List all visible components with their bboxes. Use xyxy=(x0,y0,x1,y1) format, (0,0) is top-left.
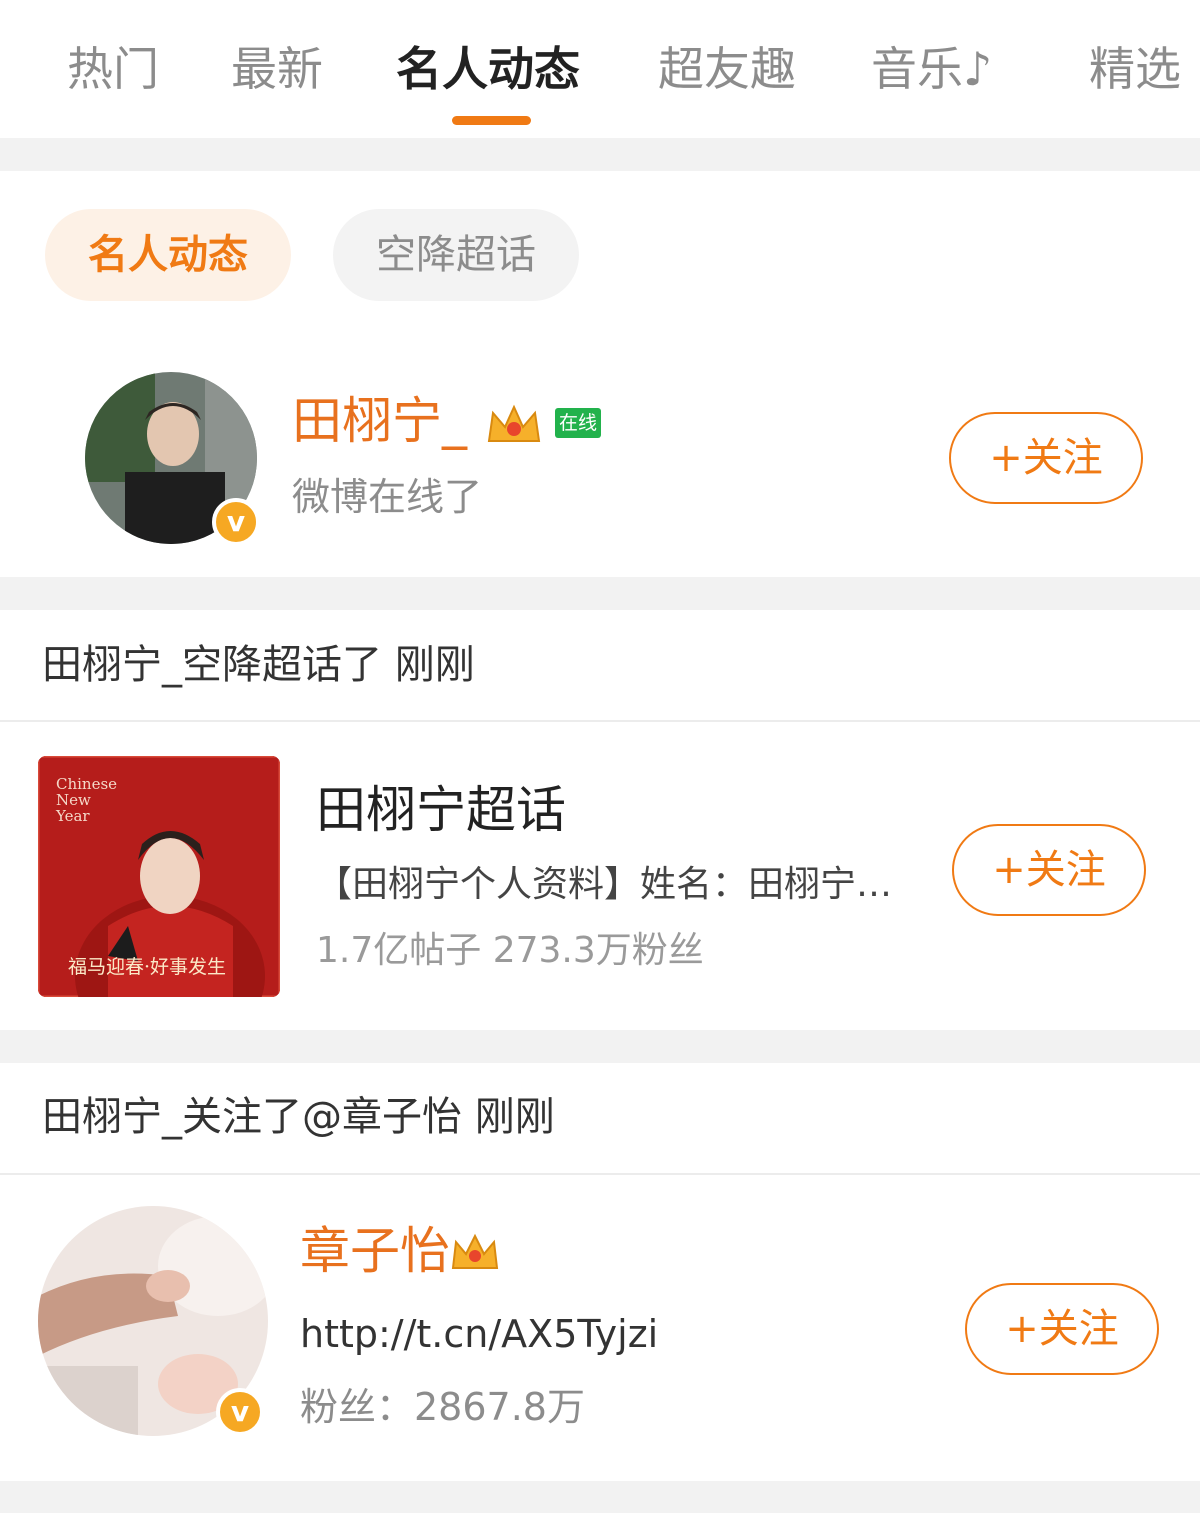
supertopic-cover[interactable]: Chinese New Year 福马迎春·好事发生 xyxy=(38,756,280,997)
tab-hot[interactable]: 热门 xyxy=(67,36,159,102)
tab-featured[interactable]: 精选 xyxy=(1089,36,1181,102)
filter-celebrity-updates[interactable]: 名人动态 xyxy=(45,209,291,301)
section-gap xyxy=(0,1481,1200,1513)
tab-super-fun[interactable]: 超友趣 xyxy=(658,36,796,102)
tab-celebrity-updates[interactable]: 名人动态 xyxy=(396,36,580,102)
divider xyxy=(0,720,1200,722)
crown-icon xyxy=(483,401,545,456)
supertopic-stats: 1.7亿帖子 273.3万粉丝 xyxy=(316,930,704,971)
cover-caption-bottom: 福马迎春·好事发生 xyxy=(68,956,227,978)
supertopic-title[interactable]: 田栩宁超话 xyxy=(316,780,566,840)
follow-button[interactable]: +关注 xyxy=(949,412,1143,504)
supertopic-description: 【田栩宁个人资料】姓名：田栩宁… xyxy=(316,864,893,905)
tab-music[interactable]: 音乐♪ xyxy=(871,36,992,102)
cover-caption-top: Chinese New Year xyxy=(56,775,118,825)
top-tab-bar: 热门 最新 名人动态 超友趣 音乐♪ 精选 xyxy=(0,0,1200,138)
fans-count: 粉丝：2867.8万 xyxy=(300,1385,585,1429)
online-badge: 在线 xyxy=(555,408,602,438)
divider xyxy=(0,1173,1200,1175)
activity-text: 田栩宁_空降超话了 刚刚 xyxy=(42,642,475,688)
tab-latest[interactable]: 最新 xyxy=(231,36,323,102)
filter-airdrop-supertopic[interactable]: 空降超话 xyxy=(333,209,579,301)
activity-text: 田栩宁_关注了@章子怡 刚刚 xyxy=(42,1094,555,1140)
section-gap xyxy=(0,577,1200,610)
follow-button[interactable]: +关注 xyxy=(965,1283,1159,1375)
verified-v-icon: v xyxy=(212,498,260,546)
verified-v-icon: v xyxy=(216,1388,264,1436)
crown-icon xyxy=(448,1230,502,1283)
follow-supertopic-button[interactable]: +关注 xyxy=(952,824,1146,916)
active-tab-indicator xyxy=(452,116,531,125)
user-subtitle: 微博在线了 xyxy=(292,475,483,519)
user-name[interactable]: 章子怡 xyxy=(300,1221,450,1281)
section-gap xyxy=(0,138,1200,171)
user-name[interactable]: 田栩宁_ xyxy=(292,391,467,451)
profile-link[interactable]: http://t.cn/AX5Tyjzi xyxy=(300,1311,658,1357)
section-gap xyxy=(0,1030,1200,1063)
